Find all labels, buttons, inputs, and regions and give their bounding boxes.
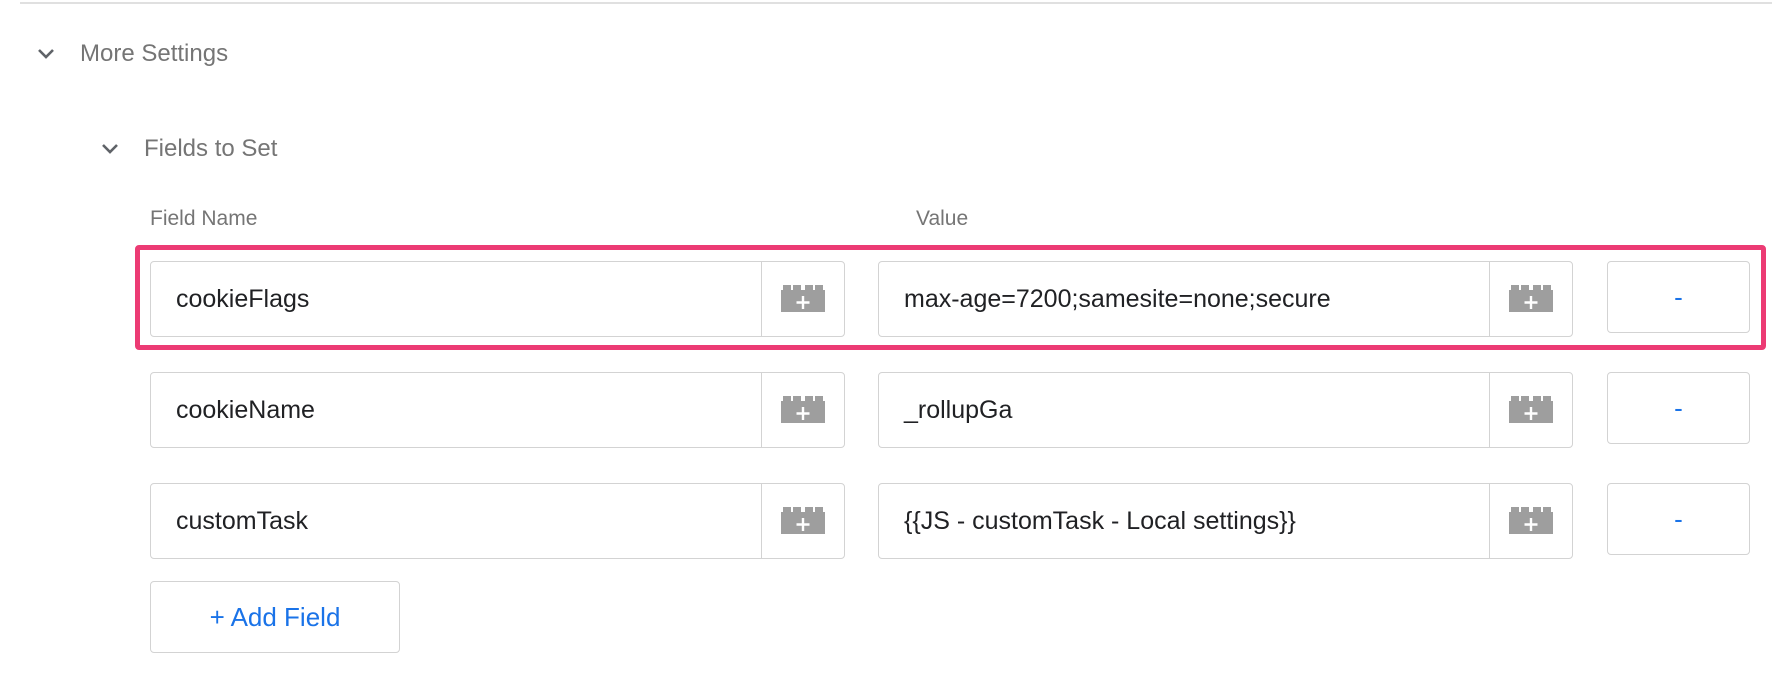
variable-picker-icon [1509, 285, 1553, 312]
remove-row-button[interactable]: - [1607, 261, 1750, 333]
chevron-down-icon [100, 139, 120, 159]
field-name-text[interactable]: cookieFlags [151, 285, 761, 314]
add-field-button[interactable]: + Add Field [150, 581, 400, 653]
field-name-text[interactable]: cookieName [151, 396, 761, 425]
column-header-value: Value [916, 207, 969, 230]
variable-picker-icon [1509, 396, 1553, 423]
chevron-down-icon [36, 44, 56, 64]
field-row: cookieName _rollupGa - [0, 372, 1772, 450]
variable-picker-icon [781, 285, 825, 312]
variable-picker-button[interactable] [1489, 373, 1572, 447]
field-name-input[interactable]: customTask [150, 483, 845, 559]
variable-picker-button[interactable] [761, 373, 844, 447]
field-row: cookieFlags max-age=7200;samesite=none;s… [0, 261, 1772, 339]
field-value-text[interactable]: {{JS - customTask - Local settings}} [879, 507, 1489, 536]
remove-row-button[interactable]: - [1607, 483, 1750, 555]
remove-row-button[interactable]: - [1607, 372, 1750, 444]
variable-picker-button[interactable] [1489, 262, 1572, 336]
field-value-input[interactable]: max-age=7200;samesite=none;secure [878, 261, 1573, 337]
variable-picker-button[interactable] [1489, 484, 1572, 558]
field-name-text[interactable]: customTask [151, 507, 761, 536]
field-value-input[interactable]: {{JS - customTask - Local settings}} [878, 483, 1573, 559]
field-row: customTask {{JS - customTask - Local set… [0, 483, 1772, 561]
fields-to-set-title: Fields to Set [144, 135, 278, 162]
field-name-input[interactable]: cookieName [150, 372, 845, 448]
field-name-input[interactable]: cookieFlags [150, 261, 845, 337]
variable-picker-button[interactable] [761, 262, 844, 336]
field-value-input[interactable]: _rollupGa [878, 372, 1573, 448]
variable-picker-icon [781, 396, 825, 423]
more-settings-title: More Settings [80, 40, 229, 67]
more-settings-header[interactable]: More Settings [36, 40, 228, 68]
variable-picker-button[interactable] [761, 484, 844, 558]
top-divider [20, 2, 1772, 4]
field-value-text[interactable]: _rollupGa [879, 396, 1489, 425]
variable-picker-icon [1509, 507, 1553, 534]
column-header-field-name: Field Name [150, 207, 258, 230]
field-value-text[interactable]: max-age=7200;samesite=none;secure [879, 285, 1489, 314]
fields-to-set-header[interactable]: Fields to Set [100, 135, 277, 163]
variable-picker-icon [781, 507, 825, 534]
